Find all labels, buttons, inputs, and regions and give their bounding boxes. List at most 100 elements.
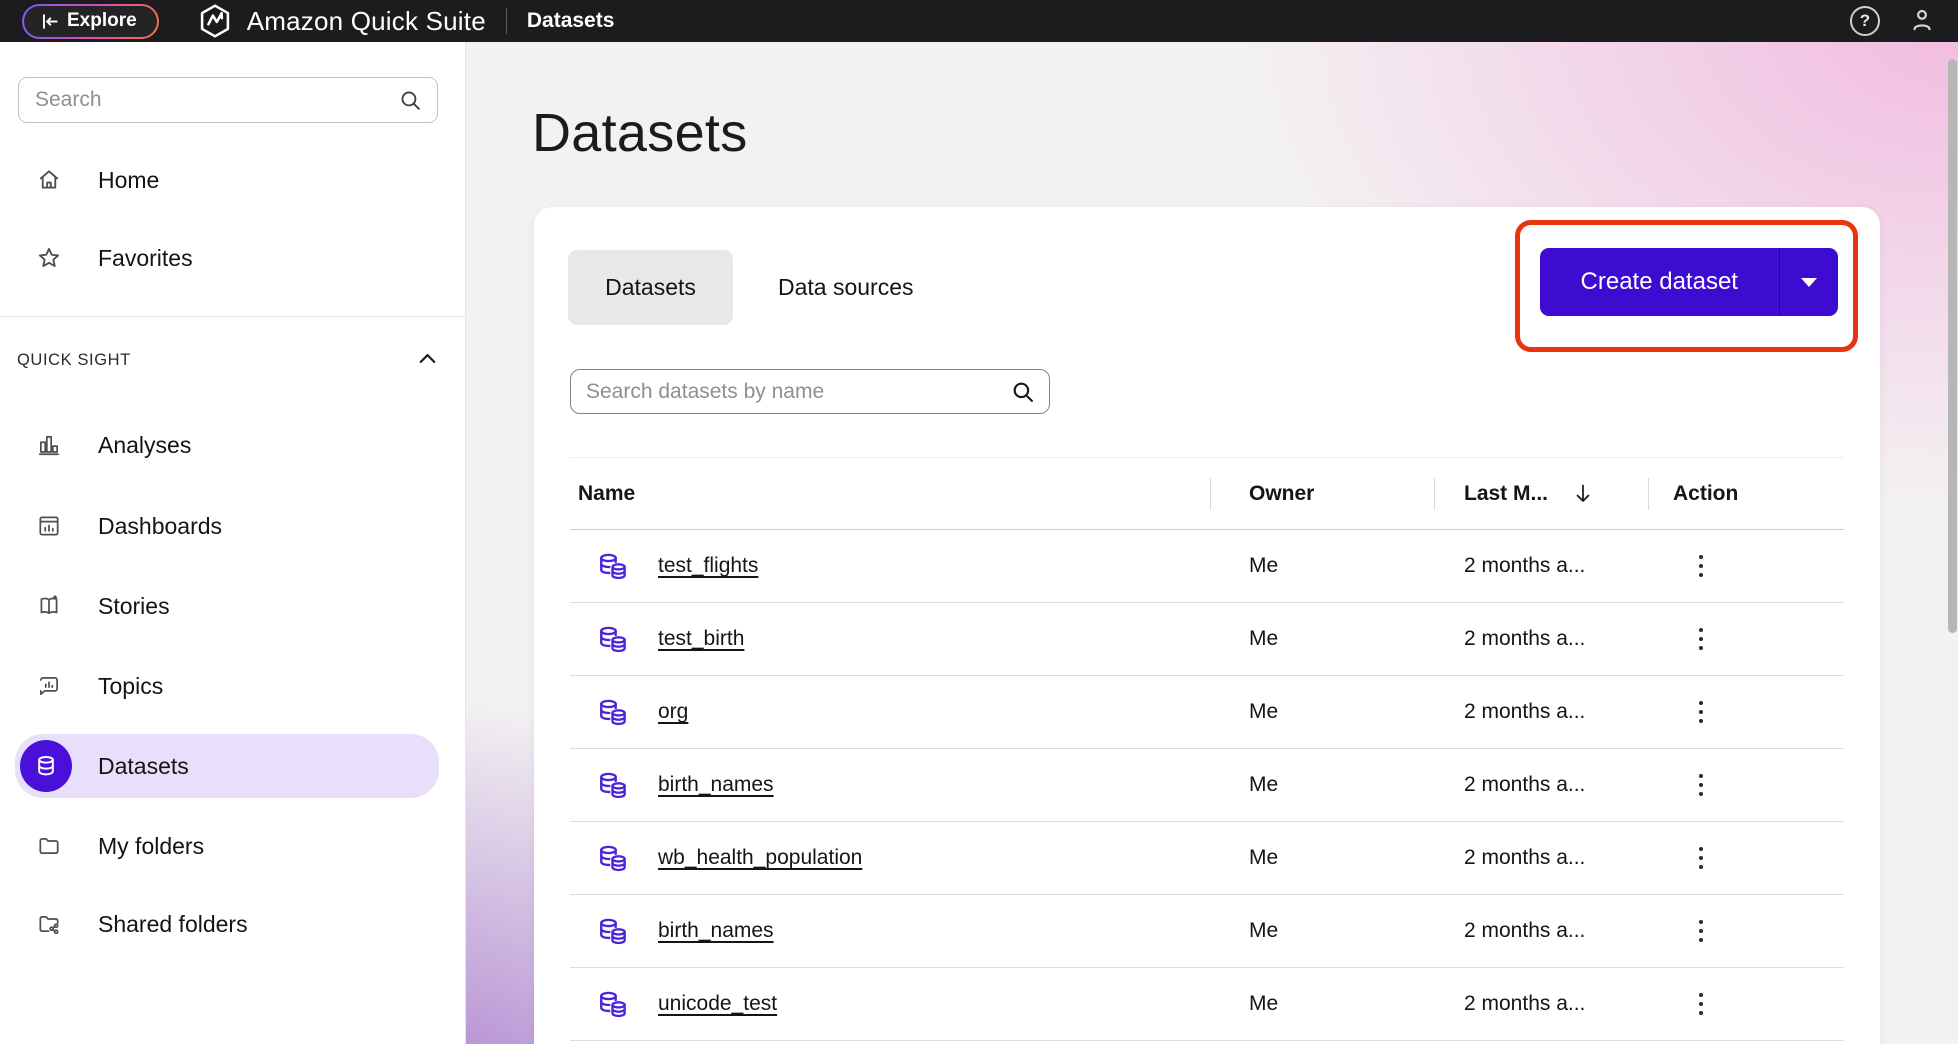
create-dataset-dropdown[interactable] xyxy=(1780,248,1838,316)
dataset-name-link[interactable]: wb_health_population xyxy=(658,846,862,870)
active-item-icon-circle xyxy=(20,740,72,792)
bar-chart-icon xyxy=(36,432,62,458)
sidebar-item-dashboards[interactable]: Dashboards xyxy=(15,498,439,554)
sidebar-item-stories[interactable]: Stories xyxy=(15,578,439,634)
row-actions-menu-button[interactable] xyxy=(1688,549,1714,583)
sidebar-item-label: Dashboards xyxy=(98,513,222,540)
sidebar-item-shared-folders[interactable]: Shared folders xyxy=(15,896,439,952)
sidebar-item-home[interactable]: Home xyxy=(15,152,439,208)
row-actions-menu-button[interactable] xyxy=(1688,987,1714,1021)
section-label: QUICK SIGHT xyxy=(17,351,131,370)
sidebar-item-topics[interactable]: Topics xyxy=(15,658,439,714)
last-modified-cell: 2 months a... xyxy=(1434,846,1648,870)
sidebar-item-label: Home xyxy=(98,167,159,194)
owner-cell: Me xyxy=(1210,700,1434,724)
collapse-section-button[interactable] xyxy=(414,345,441,375)
sidebar-item-favorites[interactable]: Favorites xyxy=(15,230,439,286)
sidebar-search-box xyxy=(18,77,438,123)
row-actions-menu-button[interactable] xyxy=(1688,622,1714,656)
star-icon xyxy=(36,245,62,271)
sidebar-item-datasets[interactable]: Datasets xyxy=(15,734,439,798)
dataset-icon xyxy=(596,770,630,801)
sidebar: Home Favorites QUICK SIGHT xyxy=(0,42,466,1044)
name-cell: org xyxy=(570,697,1210,728)
owner-cell: Me xyxy=(1210,846,1434,870)
sidebar-item-analyses[interactable]: Analyses xyxy=(15,417,439,473)
dataset-name-link[interactable]: test_flights xyxy=(658,554,758,578)
app-title: Amazon Quick Suite xyxy=(247,6,486,37)
row-actions-menu-button[interactable] xyxy=(1688,695,1714,729)
row-actions-menu-button[interactable] xyxy=(1688,768,1714,802)
sidebar-item-label: Stories xyxy=(98,593,170,620)
create-dataset-label: Create dataset xyxy=(1540,248,1779,316)
explore-button[interactable]: Explore xyxy=(22,4,159,39)
dataset-icon xyxy=(596,843,630,874)
dataset-name-link[interactable]: test_birth xyxy=(658,627,744,651)
action-cell xyxy=(1648,549,1844,583)
dataset-icon xyxy=(596,551,630,582)
row-actions-menu-button[interactable] xyxy=(1688,841,1714,875)
create-dataset-button[interactable]: Create dataset xyxy=(1540,248,1838,316)
tab-bar: Datasets Data sources xyxy=(568,250,918,325)
table-row: birth_names Me 2 months a... xyxy=(570,749,1844,822)
dataset-name-link[interactable]: birth_names xyxy=(658,773,774,797)
column-header-last-modified[interactable]: Last M... xyxy=(1434,482,1648,506)
last-modified-cell: 2 months a... xyxy=(1434,554,1648,578)
breadcrumb: Datasets xyxy=(527,9,615,33)
user-button[interactable] xyxy=(1908,6,1936,37)
action-cell xyxy=(1648,622,1844,656)
column-header-name[interactable]: Name xyxy=(570,482,1210,506)
sidebar-item-label: My folders xyxy=(98,833,204,860)
sidebar-item-label: Shared folders xyxy=(98,911,248,938)
action-cell xyxy=(1648,914,1844,948)
sidebar-item-label: Analyses xyxy=(98,432,191,459)
table-row: org Me 2 months a... xyxy=(570,676,1844,749)
sidebar-item-label: Datasets xyxy=(98,753,189,780)
shared-folder-icon xyxy=(36,911,62,937)
table-header-row: Name Owner Last M... Acti xyxy=(570,457,1844,530)
sidebar-item-my-folders[interactable]: My folders xyxy=(15,818,439,874)
table-row: test_flights Me 2 months a... xyxy=(570,530,1844,603)
name-cell: birth_names xyxy=(570,770,1210,801)
owner-cell: Me xyxy=(1210,919,1434,943)
sidebar-section-quicksight: QUICK SIGHT xyxy=(17,342,441,378)
dataset-icon xyxy=(596,624,630,655)
dataset-name-link[interactable]: birth_names xyxy=(658,919,774,943)
last-modified-cell: 2 months a... xyxy=(1434,992,1648,1016)
action-cell xyxy=(1648,987,1844,1021)
tab-datasets[interactable]: Datasets xyxy=(568,250,733,325)
caret-down-icon xyxy=(1800,277,1818,288)
table-body: test_flights Me 2 months a... xyxy=(570,530,1844,1041)
home-icon xyxy=(36,167,62,193)
sidebar-search-input[interactable] xyxy=(19,88,398,112)
vertical-scrollbar-thumb[interactable] xyxy=(1948,59,1957,633)
dataset-name-link[interactable]: org xyxy=(658,700,688,724)
speech-bubble-icon xyxy=(36,673,62,699)
search-icon xyxy=(1010,379,1036,405)
action-cell xyxy=(1648,695,1844,729)
last-modified-cell: 2 months a... xyxy=(1434,700,1648,724)
tab-data-sources[interactable]: Data sources xyxy=(774,250,918,325)
table-row: wb_health_population Me 2 months a... xyxy=(570,822,1844,895)
action-cell xyxy=(1648,768,1844,802)
explore-label: Explore xyxy=(67,10,137,32)
dataset-name-link[interactable]: unicode_test xyxy=(658,992,777,1016)
dataset-icon xyxy=(596,916,630,947)
arrow-to-bar-icon xyxy=(40,12,59,31)
owner-cell: Me xyxy=(1210,992,1434,1016)
datasets-card: Datasets Data sources Create dataset xyxy=(534,207,1880,1044)
name-cell: birth_names xyxy=(570,916,1210,947)
table-row: unicode_test Me 2 months a... xyxy=(570,968,1844,1041)
action-cell xyxy=(1648,841,1844,875)
last-modified-cell: 2 months a... xyxy=(1434,919,1648,943)
user-icon xyxy=(1908,6,1936,37)
row-actions-menu-button[interactable] xyxy=(1688,914,1714,948)
sidebar-divider xyxy=(0,316,465,317)
column-header-owner[interactable]: Owner xyxy=(1210,482,1434,506)
help-button[interactable]: ? xyxy=(1850,6,1880,36)
owner-cell: Me xyxy=(1210,627,1434,651)
topbar-divider xyxy=(506,8,507,34)
topbar: Explore Amazon Quick Suite Datasets ? xyxy=(0,0,1958,42)
book-icon xyxy=(36,593,62,619)
dataset-search-input[interactable] xyxy=(571,380,1010,404)
